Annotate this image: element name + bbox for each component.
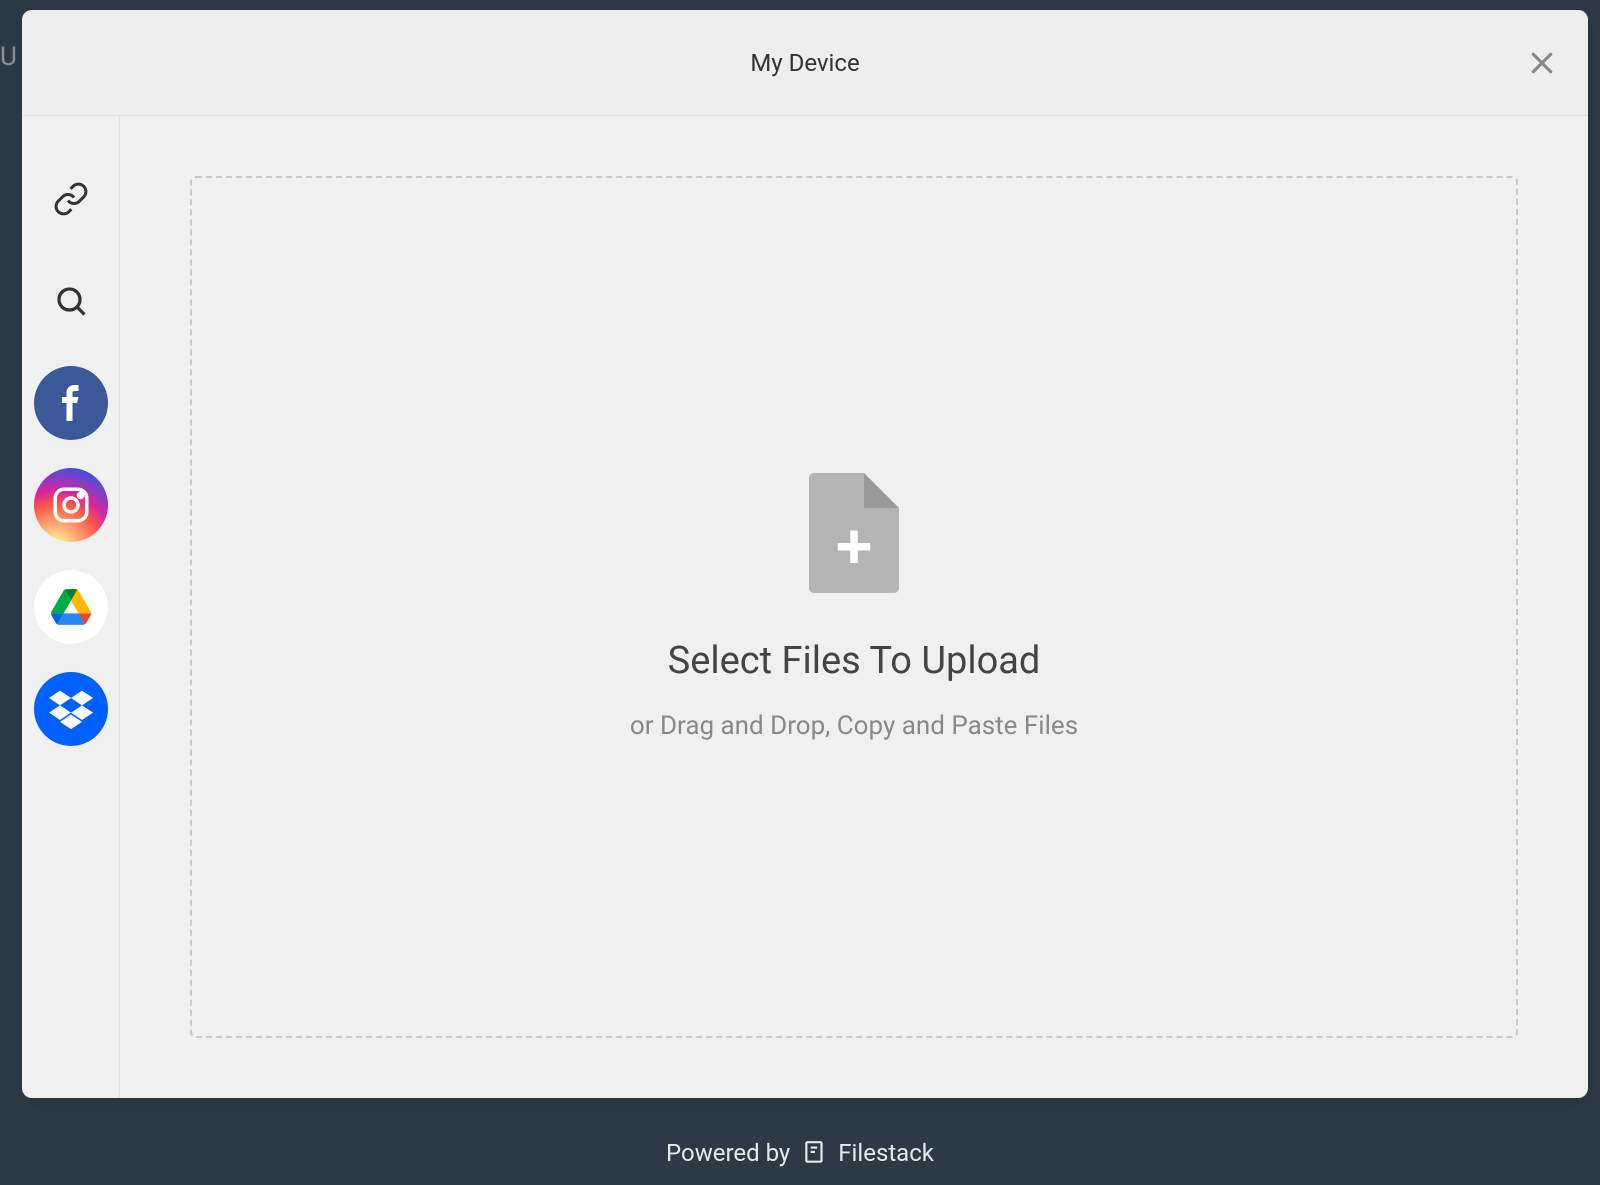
sidebar-item-instagram[interactable]	[34, 468, 108, 542]
dropzone-title: Select Files To Upload	[668, 639, 1041, 683]
sidebar-item-link[interactable]	[34, 162, 108, 236]
main-content: Select Files To Upload or Drag and Drop,…	[120, 116, 1588, 1098]
file-dropzone[interactable]: Select Files To Upload or Drag and Drop,…	[190, 176, 1518, 1038]
modal-title: My Device	[750, 49, 859, 77]
add-file-icon	[809, 473, 899, 597]
footer-prefix: Powered by	[666, 1139, 790, 1167]
instagram-icon	[50, 484, 92, 526]
source-sidebar	[22, 116, 120, 1098]
search-icon	[53, 283, 89, 319]
link-icon	[53, 181, 89, 217]
sidebar-item-gdrive[interactable]	[34, 570, 108, 644]
sidebar-item-dropbox[interactable]	[34, 672, 108, 746]
file-picker-modal: My Device	[22, 10, 1588, 1098]
close-icon	[1527, 48, 1557, 78]
sidebar-item-facebook[interactable]	[34, 366, 108, 440]
facebook-icon	[61, 385, 81, 421]
footer: Powered by Filestack	[0, 1139, 1600, 1167]
dropzone-subtitle: or Drag and Drop, Copy and Paste Files	[630, 711, 1078, 741]
sidebar-item-search[interactable]	[34, 264, 108, 338]
close-button[interactable]	[1524, 45, 1560, 81]
gdrive-icon	[51, 589, 91, 625]
footer-brand-text: Filestack	[838, 1139, 934, 1167]
filestack-icon	[802, 1140, 828, 1166]
modal-header: My Device	[22, 10, 1588, 116]
dropbox-icon	[49, 689, 93, 729]
background-obscured-text: U	[0, 42, 17, 72]
modal-body: Select Files To Upload or Drag and Drop,…	[22, 116, 1588, 1098]
footer-brand-link[interactable]: Filestack	[802, 1139, 934, 1167]
